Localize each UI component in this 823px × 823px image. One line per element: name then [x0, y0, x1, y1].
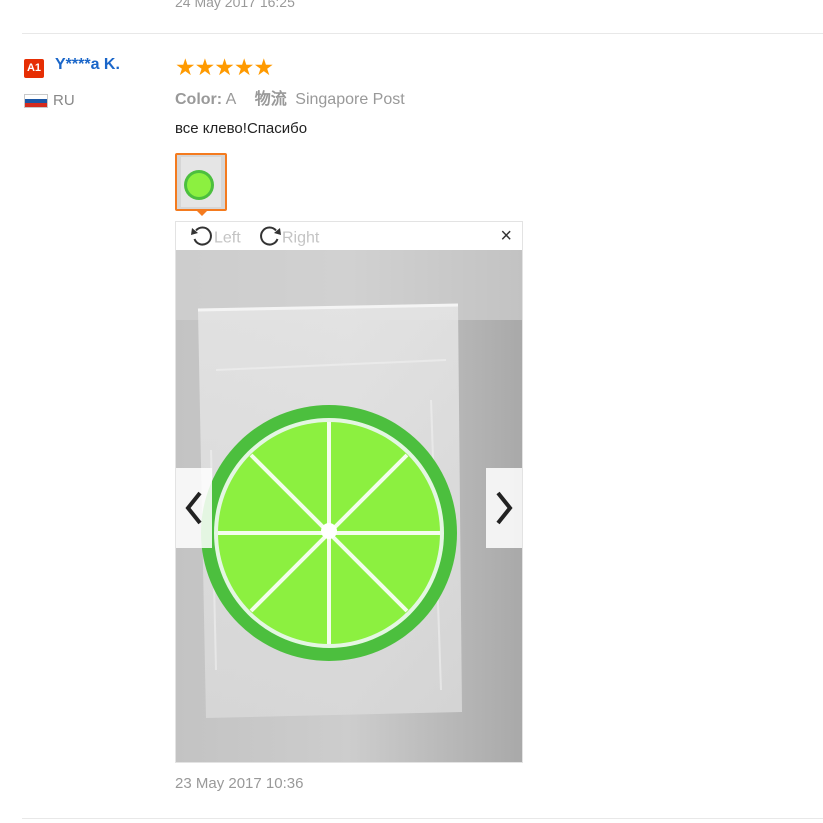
review-date: 23 May 2017 10:36 [175, 775, 304, 792]
reviewer-country: RU [53, 92, 75, 109]
divider [22, 33, 823, 34]
order-info: Color: A 物流 Singapore Post [175, 85, 405, 109]
divider [22, 818, 823, 819]
buyer-level-badge: A1 [24, 59, 44, 78]
reviewer-name: Y****a K. [55, 56, 120, 73]
shipping-label: 物流 [254, 91, 287, 108]
review-photo [176, 250, 522, 762]
rotate-right-label: Right [282, 229, 320, 247]
rotate-left-icon [190, 224, 214, 253]
country-flag-icon [24, 94, 48, 108]
review-comment: все клево!Спасибо [175, 120, 308, 137]
photo-thumbnail[interactable] [175, 153, 227, 211]
rotate-right-icon [258, 224, 282, 253]
chevron-right-icon [496, 491, 513, 525]
thumbnail-image [177, 155, 225, 209]
viewer-toolbar: Left Right × [176, 222, 522, 250]
next-photo-button[interactable] [486, 468, 522, 548]
chevron-left-icon [185, 491, 202, 525]
shipping-value: Singapore Post [295, 91, 405, 108]
previous-review-date: 24 May 2017 16:25 [175, 0, 295, 10]
prev-photo-button[interactable] [176, 468, 212, 548]
rotate-right-button[interactable]: Right [258, 224, 319, 253]
rotate-left-button[interactable]: Left [190, 224, 241, 253]
photo-viewer: Left Right × [175, 221, 523, 763]
thumbnail-active-caret [195, 209, 209, 216]
close-icon[interactable]: × [500, 226, 512, 246]
flag-stripe-red [25, 102, 47, 107]
color-label: Color: [175, 91, 223, 108]
star-rating: ★★★★★ [175, 54, 274, 80]
rotate-left-label: Left [214, 229, 241, 247]
color-value: A [225, 91, 237, 108]
